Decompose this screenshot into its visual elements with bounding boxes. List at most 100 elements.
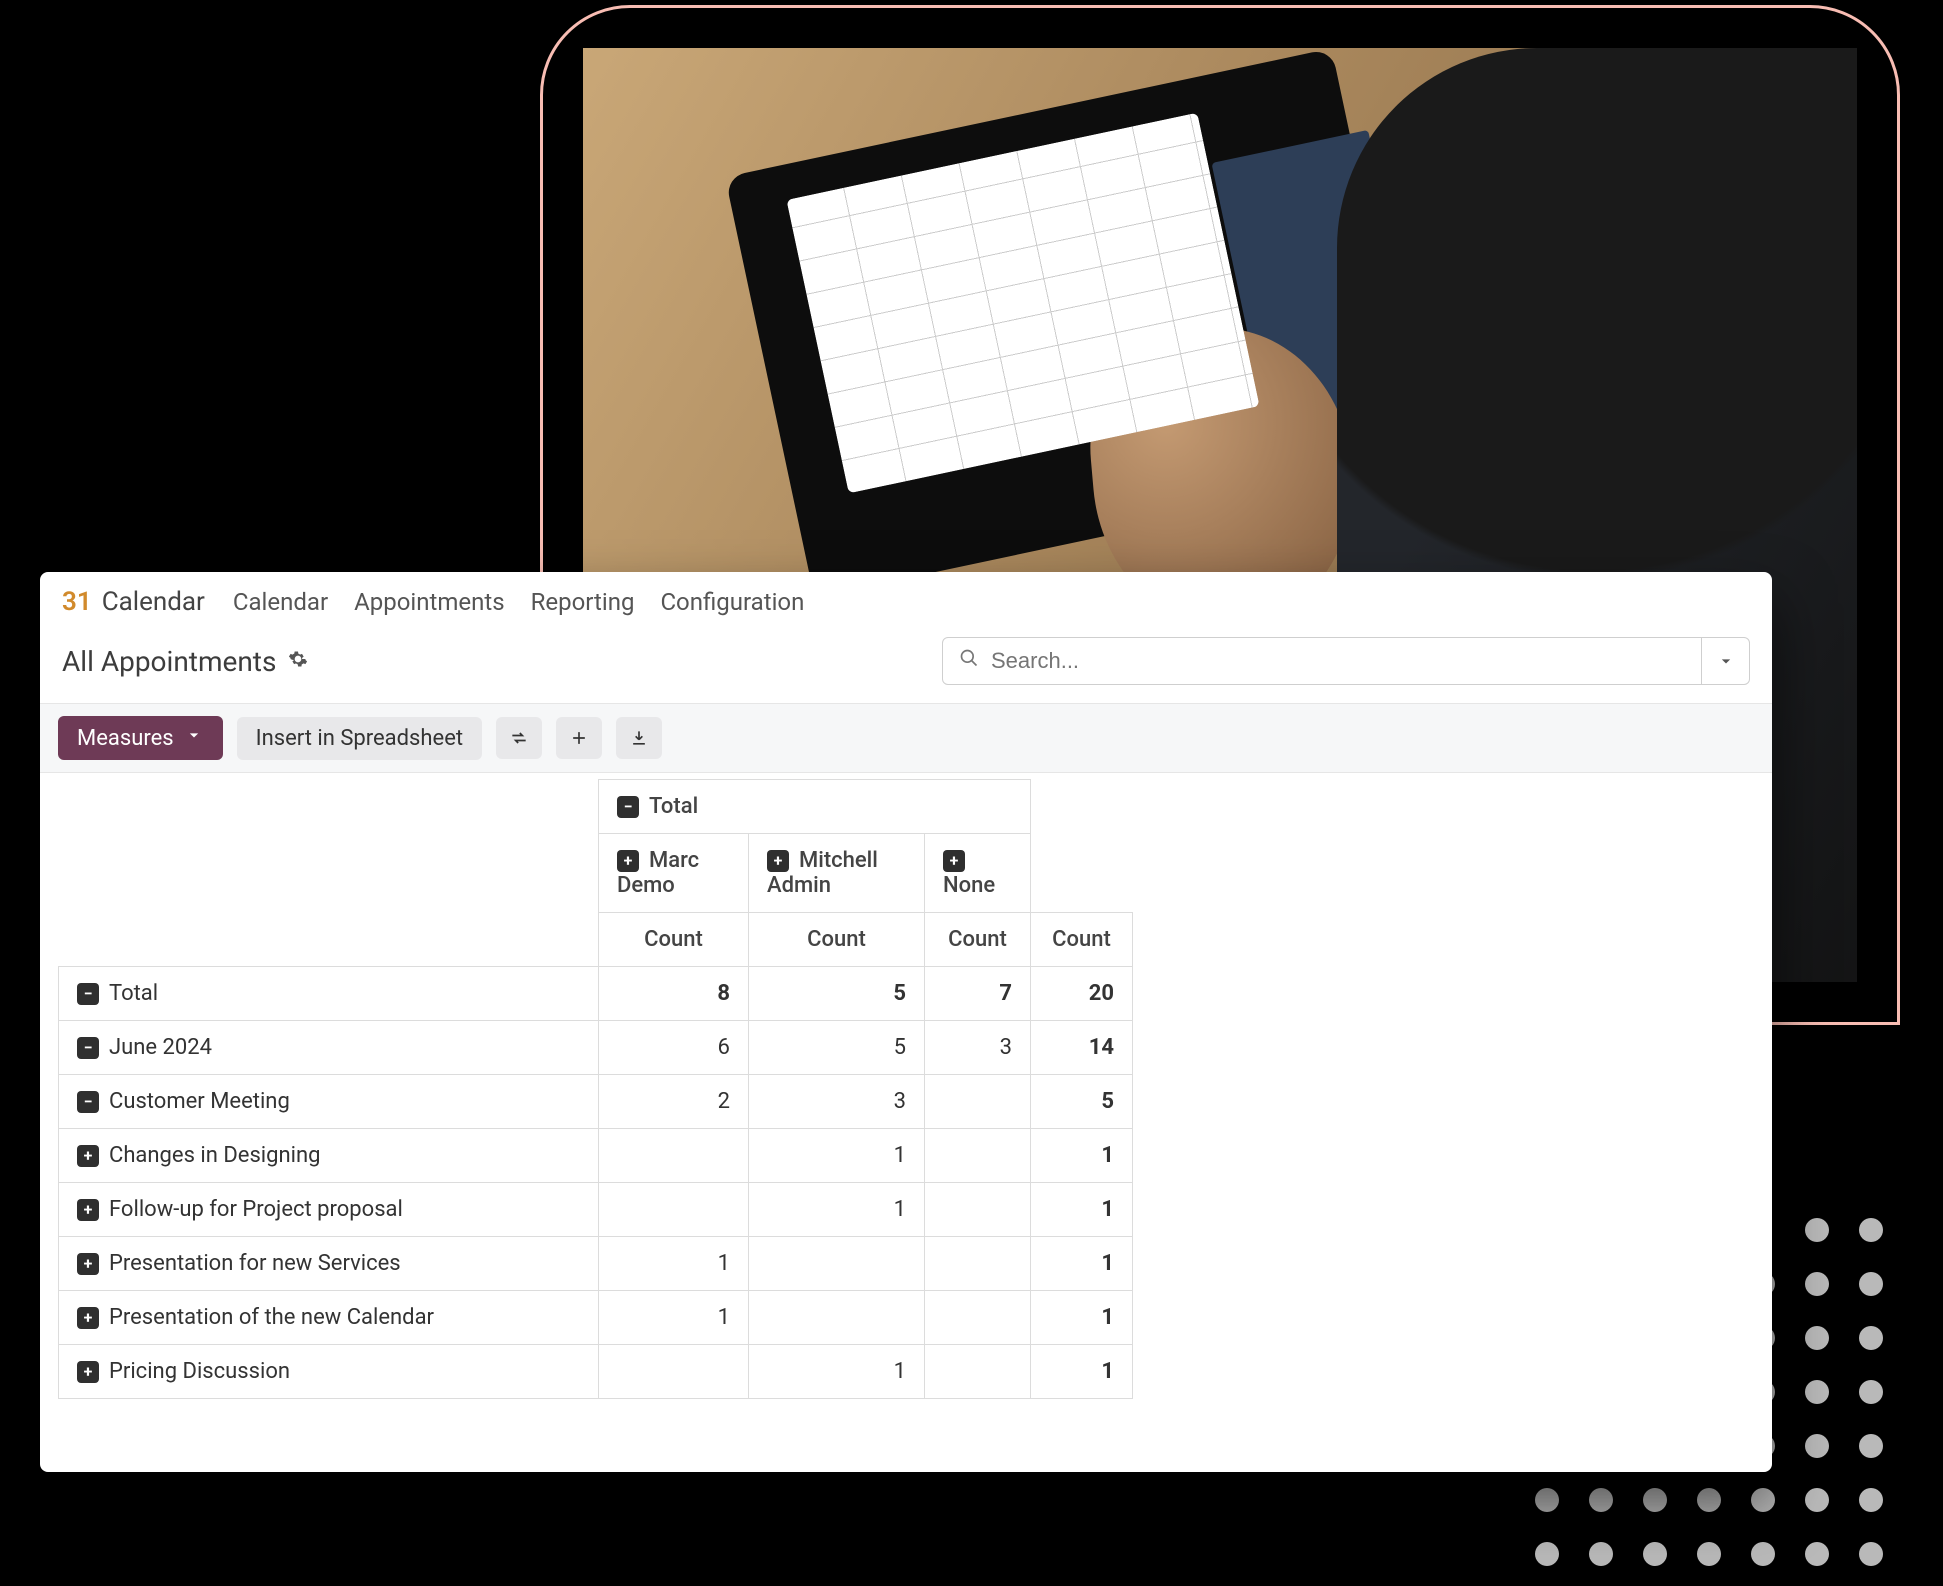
pivot-row-header[interactable]: Follow-up for Project proposal (59, 1183, 599, 1237)
pivot-row: Presentation for new Services 1 1 (59, 1237, 1133, 1291)
pivot-row: Presentation of the new Calendar 1 1 (59, 1291, 1133, 1345)
gear-icon[interactable] (288, 649, 308, 674)
pivot-cell: 1 (1031, 1129, 1133, 1183)
pivot-row-header[interactable]: Customer Meeting (59, 1075, 599, 1129)
search-box[interactable] (942, 637, 1702, 685)
search-input[interactable] (991, 648, 1685, 674)
expand-icon (77, 1145, 99, 1167)
pivot-cell: 2 (599, 1075, 749, 1129)
pivot-cell (599, 1345, 749, 1399)
expand-all-button[interactable] (556, 717, 602, 759)
count-header: Count (599, 913, 749, 967)
insert-spreadsheet-label: Insert in Spreadsheet (256, 726, 463, 751)
pivot-cell: 14 (1031, 1021, 1133, 1075)
pivot-cell: 1 (749, 1345, 925, 1399)
count-header: Count (925, 913, 1031, 967)
page-title: All Appointments (62, 645, 308, 678)
expand-icon (617, 850, 639, 872)
measures-button[interactable]: Measures (58, 716, 223, 760)
download-button[interactable] (616, 717, 662, 759)
pivot-cell: 1 (599, 1291, 749, 1345)
expand-icon (77, 1307, 99, 1329)
count-header: Count (1031, 913, 1133, 967)
pivot-cell: 1 (1031, 1291, 1133, 1345)
caret-down-icon (184, 725, 204, 751)
col-total-header[interactable]: Total (599, 780, 1031, 834)
app-brand[interactable]: 31 Calendar (62, 587, 205, 617)
pivot-row-label: Pricing Discussion (109, 1359, 290, 1384)
pivot-row: Follow-up for Project proposal 1 1 (59, 1183, 1133, 1237)
search-icon (959, 648, 979, 674)
pivot-cell: 1 (1031, 1345, 1133, 1399)
pivot-row-header[interactable]: Changes in Designing (59, 1129, 599, 1183)
pivot-row: Changes in Designing 1 1 (59, 1129, 1133, 1183)
pivot-cell: 1 (1031, 1183, 1133, 1237)
pivot-row: Pricing Discussion 1 1 (59, 1345, 1133, 1399)
pivot-cell: 5 (749, 1021, 925, 1075)
menu-reporting[interactable]: Reporting (525, 584, 641, 620)
menu-appointments[interactable]: Appointments (348, 584, 511, 620)
pivot-cell: 3 (925, 1021, 1031, 1075)
pivot-row-label: Customer Meeting (109, 1089, 290, 1114)
pivot-row-header[interactable]: June 2024 (59, 1021, 599, 1075)
pivot-cell: 1 (749, 1129, 925, 1183)
pivot-cell (925, 1237, 1031, 1291)
count-header: Count (749, 913, 925, 967)
pivot-row-label: June 2024 (109, 1035, 212, 1060)
pivot-cell (749, 1291, 925, 1345)
pivot-area: Total Marc Demo Mitchell Admin None Coun… (40, 773, 1772, 1399)
pivot-row-header[interactable]: Total (59, 967, 599, 1021)
pivot-row-label: Changes in Designing (109, 1143, 321, 1168)
pivot-row-header[interactable]: Presentation for new Services (59, 1237, 599, 1291)
pivot-row-label: Follow-up for Project proposal (109, 1197, 403, 1222)
pivot-cell: 8 (599, 967, 749, 1021)
expand-icon (77, 1253, 99, 1275)
pivot-cell: 1 (1031, 1237, 1133, 1291)
pivot-row: Total 85720 (59, 967, 1133, 1021)
pivot-cell: 5 (749, 967, 925, 1021)
search-wrap (942, 637, 1750, 685)
pivot-cell (925, 1129, 1031, 1183)
pivot-cell: 7 (925, 967, 1031, 1021)
col-group-0[interactable]: Marc Demo (599, 834, 749, 913)
app-name: Calendar (102, 587, 205, 617)
pivot-cell: 1 (599, 1237, 749, 1291)
pivot-cell: 3 (749, 1075, 925, 1129)
pivot-cell: 20 (1031, 967, 1133, 1021)
expand-icon (767, 850, 789, 872)
pivot-cell (599, 1183, 749, 1237)
pivot-row-label: Total (109, 981, 158, 1006)
calendar-icon: 31 (62, 587, 92, 617)
collapse-icon (77, 1091, 99, 1113)
pivot-row: June 2024 65314 (59, 1021, 1133, 1075)
flip-axis-button[interactable] (496, 717, 542, 759)
search-options-caret[interactable] (1702, 637, 1750, 685)
pivot-row-label: Presentation for new Services (109, 1251, 401, 1276)
expand-icon (77, 1361, 99, 1383)
pivot-row-label: Presentation of the new Calendar (109, 1305, 434, 1330)
expand-icon (943, 850, 965, 872)
top-menubar: 31 Calendar Calendar Appointments Report… (40, 572, 1772, 631)
collapse-icon (77, 983, 99, 1005)
pivot-table: Total Marc Demo Mitchell Admin None Coun… (58, 779, 1133, 1399)
pivot-cell: 6 (599, 1021, 749, 1075)
pivot-row-header[interactable]: Pricing Discussion (59, 1345, 599, 1399)
app-window: 31 Calendar Calendar Appointments Report… (40, 572, 1772, 1472)
pivot-row: Customer Meeting 23 5 (59, 1075, 1133, 1129)
pivot-row-header[interactable]: Presentation of the new Calendar (59, 1291, 599, 1345)
collapse-icon (77, 1037, 99, 1059)
col-group-2[interactable]: None (925, 834, 1031, 913)
menu-configuration[interactable]: Configuration (654, 584, 810, 620)
subheader: All Appointments (40, 631, 1772, 703)
expand-icon (77, 1199, 99, 1221)
insert-spreadsheet-button[interactable]: Insert in Spreadsheet (237, 717, 482, 760)
pivot-cell (925, 1183, 1031, 1237)
pivot-cell: 1 (749, 1183, 925, 1237)
pivot-cell (599, 1129, 749, 1183)
col-group-1[interactable]: Mitchell Admin (749, 834, 925, 913)
pivot-cell (749, 1237, 925, 1291)
menu-calendar[interactable]: Calendar (227, 584, 334, 620)
pivot-cell: 5 (1031, 1075, 1133, 1129)
pivot-cell (925, 1291, 1031, 1345)
collapse-icon (617, 796, 639, 818)
